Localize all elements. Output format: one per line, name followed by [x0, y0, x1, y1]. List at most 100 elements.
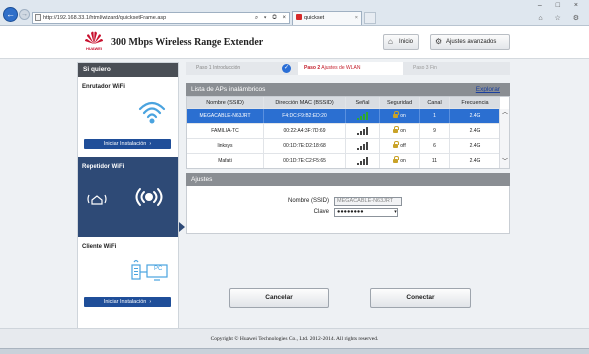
step-2-num: Paso 2 — [304, 65, 321, 71]
ssid-field[interactable]: MEGACABLE-N63JRT — [334, 197, 402, 206]
advanced-settings-button[interactable]: ⚙ Ajustes avanzados — [430, 34, 510, 50]
sidebar: Si quiero Enrutador WiFi Iniciar Instala… — [77, 62, 179, 337]
security-cell: on — [379, 124, 419, 138]
client-start-button[interactable]: Iniciar Instalación › — [84, 297, 171, 307]
table-row[interactable]: MEGACABLE-N63JRT F4:DC:F9:B2:ED:20 on 1 2.4G — [187, 109, 500, 124]
router-title: Enrutador WiFi — [82, 84, 125, 90]
table-row[interactable]: linksys 00:1D:7E:D2:18:68 off 6 2.4G — [187, 139, 500, 154]
col-security: Seguridad — [379, 97, 419, 108]
repeater-home-icon — [87, 194, 107, 205]
signal-cell — [345, 139, 379, 153]
tab-title: quickset — [304, 15, 325, 21]
cancel-button[interactable]: Cancelar — [229, 288, 329, 308]
wifi-icon — [138, 101, 166, 124]
huawei-favicon-icon — [296, 14, 302, 20]
col-frequency: Frecuencia — [449, 97, 500, 108]
tab-quickset[interactable]: quickset × — [292, 11, 362, 25]
sidebar-item-repeater[interactable]: Repetidor WiFi — [78, 157, 178, 237]
sidebar-item-router[interactable]: Enrutador WiFi Iniciar Instalación › — [78, 77, 178, 157]
repeater-title: Repetidor WiFi — [82, 164, 125, 170]
mac-cell: 00:1D:7E:D2:18:68 — [263, 139, 345, 153]
frequency-cell: 2.4G — [449, 139, 500, 153]
ap-list-title: Lista de APs inalámbricos — [191, 86, 266, 93]
ap-table: Nombre (SSID) Dirección MAC (BSSID) Seña… — [186, 96, 510, 169]
wizard-steps: Paso 1 Introducción ✓ Paso 2 Ajustes de … — [186, 62, 510, 75]
security-cell: off — [379, 139, 419, 153]
back-arrow-icon[interactable]: ← — [3, 7, 18, 22]
mac-cell: 00:22:A4:3F:7D:69 — [263, 124, 345, 138]
security-cell: on — [379, 109, 419, 123]
step-2: Paso 2 Ajustes de WLAN — [298, 62, 403, 75]
browser-chrome: ← → http://192.168.33.1/html/wizard/quic… — [0, 0, 589, 26]
table-scrollbar[interactable]: ︿ ﹀ — [499, 109, 509, 168]
active-pointer — [179, 222, 185, 232]
ssid-label: Nombre (SSID) — [287, 198, 329, 204]
security-cell: on — [379, 154, 419, 168]
page-header: HUAWEI 300 Mbps Wireless Range Extender … — [0, 26, 589, 59]
chevron-right-icon: › — [149, 299, 152, 305]
step-3-label: Fin — [429, 65, 437, 71]
table-header-row: Nombre (SSID) Dirección MAC (BSSID) Seña… — [187, 97, 500, 109]
security-text: on — [400, 158, 406, 164]
check-icon: ✓ — [282, 64, 291, 73]
chevron-up-icon[interactable]: ︿ — [501, 109, 509, 118]
explore-link[interactable]: Explorar — [476, 83, 500, 96]
signal-strength-icon — [356, 111, 368, 120]
col-channel: Canal — [419, 97, 449, 108]
frequency-cell: 2.4G — [449, 124, 500, 138]
lock-icon — [393, 155, 400, 163]
address-bar[interactable]: http://192.168.33.1/html/wizard/quickset… — [32, 12, 290, 24]
router-start-label: Iniciar Instalación — [103, 141, 147, 147]
settings-panel: Nombre (SSID) MEGACABLE-N63JRT Clave ●●●… — [186, 186, 510, 234]
mac-cell: 00:1D:7E:C2:F5:65 — [263, 154, 345, 168]
router-start-button[interactable]: Iniciar Instalación › — [84, 139, 171, 149]
step-3-num: Paso 3 — [413, 65, 429, 71]
frequency-cell: 2.4G — [449, 109, 500, 123]
step-1: Paso 1 Introducción ✓ — [186, 62, 298, 75]
close-tab-icon[interactable]: × — [355, 12, 358, 24]
table-row[interactable]: FAMILIA-TC 00:22:A4:3F:7D:69 on 9 2.4G — [187, 124, 500, 139]
signal-cell — [345, 109, 379, 123]
home-button[interactable]: ⌂ Inicio — [383, 34, 419, 50]
url-text: http://192.168.33.1/html/wizard/quickset… — [43, 15, 167, 21]
client-title: Cliente WiFi — [82, 244, 117, 250]
step-1-label: Introducción — [212, 65, 241, 71]
signal-strength-icon — [356, 126, 368, 135]
settings-header: Ajustes — [186, 173, 510, 186]
signal-strength-icon — [356, 141, 368, 150]
page: HUAWEI 300 Mbps Wireless Range Extender … — [0, 26, 589, 337]
channel-cell: 6 — [419, 139, 449, 153]
security-text: on — [400, 128, 406, 134]
browser-tool-icons[interactable]: ⌂ ☆ ⚙ — [538, 14, 584, 22]
channel-cell: 9 — [419, 124, 449, 138]
footer-copyright: Copyright © Huawei Technologies Co., Ltd… — [0, 328, 589, 348]
forward-arrow-icon[interactable]: → — [19, 9, 30, 20]
password-toggle-icon[interactable]: ▾ — [392, 208, 399, 217]
repeater-signal-icon — [135, 188, 163, 206]
advanced-label: Ajustes avanzados — [446, 39, 497, 45]
signal-cell — [345, 124, 379, 138]
step-2-label: Ajustes de WLAN — [321, 65, 361, 71]
table-row[interactable]: Mafati 00:1D:7E:C2:F5:65 on 11 2.4G — [187, 154, 500, 168]
address-tools-icons[interactable]: ⌕ ▾ ◎ × — [255, 13, 288, 23]
sidebar-item-client[interactable]: Cliente WiFi PC Iniciar Instalación › — [78, 237, 178, 317]
step-3: Paso 3 Fin — [403, 62, 510, 75]
ssid-cell: MEGACABLE-N63JRT — [199, 113, 251, 119]
col-mac: Dirección MAC (BSSID) — [263, 97, 345, 108]
ssid-cell: Mafati — [218, 158, 232, 164]
lock-icon — [393, 125, 400, 133]
lock-icon — [393, 140, 400, 148]
mac-cell: F4:DC:F9:B2:ED:20 — [263, 109, 345, 123]
taskbar — [0, 348, 589, 354]
window-controls[interactable]: – □ × — [538, 2, 584, 9]
new-tab-button[interactable] — [364, 12, 376, 24]
col-ssid: Nombre (SSID) — [206, 100, 244, 106]
chevron-down-icon[interactable]: ﹀ — [501, 158, 509, 167]
password-field[interactable]: ●●●●●●●● — [334, 208, 398, 217]
ssid-cell: FAMILIA-TC — [211, 128, 239, 134]
home-icon: ⌂ — [388, 37, 393, 46]
password-label: Clave — [313, 209, 329, 215]
connect-button[interactable]: Conectar — [370, 288, 471, 308]
col-signal: Señal — [345, 97, 379, 108]
brand-text: HUAWEI — [86, 46, 102, 51]
